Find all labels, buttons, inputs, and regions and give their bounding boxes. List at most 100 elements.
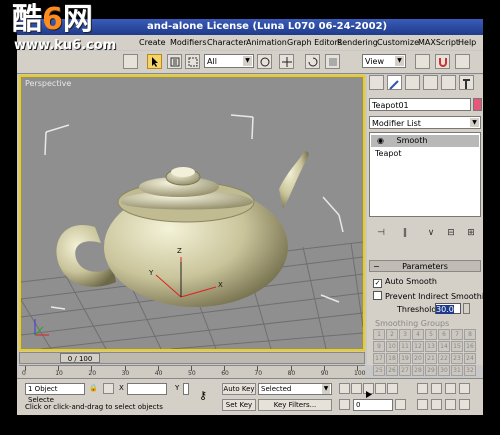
zoom-extents-icon[interactable] xyxy=(445,383,456,394)
zoom-extents-all-icon[interactable] xyxy=(459,383,470,394)
menu-item-customize[interactable]: Customize xyxy=(377,35,419,50)
prevent-indirect-smoothing-checkbox[interactable]: Prevent Indirect Smoothing xyxy=(373,291,483,302)
threshold-input[interactable]: 30.0 xyxy=(435,303,461,314)
hierarchy-tab[interactable] xyxy=(405,75,420,90)
smoothing-group-button[interactable]: 30 xyxy=(438,365,450,376)
make-unique-icon[interactable]: ∨ xyxy=(425,227,437,239)
smoothing-group-button[interactable]: 1 xyxy=(373,329,385,340)
modify-tab[interactable] xyxy=(387,75,402,90)
key-icon[interactable]: ⚷ xyxy=(199,389,207,402)
y-coord-field[interactable] xyxy=(183,383,189,395)
reference-coord-select[interactable]: View ▼ xyxy=(362,54,406,68)
smoothing-group-button[interactable]: 18 xyxy=(386,353,398,364)
smoothing-group-button[interactable]: 24 xyxy=(464,353,476,364)
key-filters-button[interactable]: Key Filters... xyxy=(258,399,332,411)
menu-item-animation[interactable]: Animation xyxy=(246,35,287,50)
menu-item-graph-editors[interactable]: Graph Editors xyxy=(287,35,342,50)
select-and-manipulate-button[interactable] xyxy=(257,54,272,69)
smoothing-group-button[interactable]: 27 xyxy=(399,365,411,376)
time-slider-handle[interactable]: 0 / 100 xyxy=(60,353,100,363)
menu-item-modifiers[interactable]: Modifiers xyxy=(170,35,207,50)
smoothing-group-button[interactable]: 16 xyxy=(464,341,476,352)
key-mode-toggle-icon[interactable] xyxy=(339,399,350,410)
select-and-scale-button[interactable] xyxy=(325,54,340,69)
pivot-button[interactable] xyxy=(415,54,430,69)
remove-modifier-icon[interactable]: ⊟ xyxy=(445,227,457,239)
modifier-list-select[interactable]: Modifier List ▼ xyxy=(369,116,481,129)
object-color-swatch[interactable] xyxy=(473,98,482,111)
time-config-icon[interactable] xyxy=(395,399,406,410)
smoothing-group-button[interactable]: 8 xyxy=(464,329,476,340)
smoothing-group-button[interactable]: 5 xyxy=(425,329,437,340)
smoothing-group-button[interactable]: 13 xyxy=(425,341,437,352)
pin-stack-icon[interactable]: ⊣ xyxy=(375,227,387,239)
show-end-result-icon[interactable]: ‖ xyxy=(399,227,411,239)
snap-button[interactable] xyxy=(435,54,450,69)
select-by-name-button[interactable] xyxy=(167,54,182,69)
zoom-all-icon[interactable] xyxy=(431,383,442,394)
current-frame-field[interactable]: 0 xyxy=(353,399,393,411)
pan-icon[interactable] xyxy=(431,399,442,410)
smoothing-group-button[interactable]: 31 xyxy=(451,365,463,376)
teapot[interactable] xyxy=(56,151,309,307)
go-to-end-icon[interactable] xyxy=(387,383,398,394)
object-name-field[interactable]: Teapot01 xyxy=(369,98,471,111)
menu-item-help[interactable]: Help xyxy=(458,35,476,50)
select-object-button[interactable] xyxy=(147,54,162,69)
lock-icon[interactable]: 🔒 xyxy=(89,384,98,392)
arc-rotate-icon[interactable] xyxy=(445,399,456,410)
smoothing-group-button[interactable]: 7 xyxy=(451,329,463,340)
smoothing-group-button[interactable]: 19 xyxy=(399,353,411,364)
select-and-rotate-button[interactable] xyxy=(305,54,320,69)
smoothing-group-button[interactable]: 23 xyxy=(451,353,463,364)
previous-frame-icon[interactable] xyxy=(351,383,362,394)
smoothing-group-button[interactable]: 26 xyxy=(386,365,398,376)
threshold-spinner[interactable] xyxy=(463,303,470,314)
smoothing-group-button[interactable]: 6 xyxy=(438,329,450,340)
smoothing-group-button[interactable]: 22 xyxy=(438,353,450,364)
smoothing-group-button[interactable]: 10 xyxy=(386,341,398,352)
select-and-move-button[interactable] xyxy=(279,54,294,69)
go-to-start-icon[interactable] xyxy=(339,383,350,394)
key-mode-select[interactable]: Selected ▼ xyxy=(258,383,332,395)
smoothing-group-button[interactable]: 12 xyxy=(412,341,424,352)
maximize-viewport-icon[interactable] xyxy=(459,399,470,410)
smoothing-group-button[interactable]: 15 xyxy=(451,341,463,352)
zoom-icon[interactable] xyxy=(417,383,428,394)
smoothing-group-button[interactable]: 17 xyxy=(373,353,385,364)
x-coord-field[interactable] xyxy=(127,383,167,395)
next-frame-icon[interactable] xyxy=(375,383,386,394)
smoothing-group-button[interactable]: 3 xyxy=(399,329,411,340)
play-icon[interactable] xyxy=(363,383,374,398)
smoothing-group-button[interactable]: 20 xyxy=(412,353,424,364)
track-bar[interactable]: 0 10 20 30 40 50 60 70 80 90 100 xyxy=(19,365,365,378)
menu-item-create[interactable]: Create xyxy=(139,35,166,50)
smoothing-group-button[interactable]: 2 xyxy=(386,329,398,340)
configure-sets-icon[interactable]: ⊞ xyxy=(465,227,477,239)
mirror-button[interactable] xyxy=(455,54,470,69)
smoothing-group-button[interactable]: 21 xyxy=(425,353,437,364)
display-tab[interactable] xyxy=(441,75,456,90)
smoothing-group-button[interactable]: 14 xyxy=(438,341,450,352)
stack-item-smooth[interactable]: ◉ Smooth xyxy=(371,135,479,147)
menu-item-character[interactable]: Character xyxy=(207,35,247,50)
parameters-rollout-header[interactable]: − Parameters xyxy=(369,260,481,272)
auto-key-button[interactable]: Auto Key xyxy=(222,383,256,395)
set-key-button[interactable]: Set Key xyxy=(222,399,256,411)
link-button[interactable] xyxy=(123,54,138,69)
create-tab[interactable] xyxy=(369,75,384,90)
smoothing-group-button[interactable]: 11 xyxy=(399,341,411,352)
motion-tab[interactable] xyxy=(423,75,438,90)
stack-item-teapot[interactable]: Teapot xyxy=(371,148,479,160)
utilities-tab[interactable] xyxy=(459,75,474,90)
region-select-button[interactable] xyxy=(185,54,200,69)
smoothing-group-button[interactable]: 29 xyxy=(425,365,437,376)
auto-smooth-checkbox[interactable]: ✓ Auto Smooth xyxy=(373,277,437,288)
absolute-mode-button[interactable] xyxy=(103,383,114,394)
menu-item-maxscript[interactable]: MAXScript xyxy=(418,35,459,50)
smoothing-group-button[interactable]: 25 xyxy=(373,365,385,376)
smoothing-group-button[interactable]: 32 xyxy=(464,365,476,376)
smoothing-group-button[interactable]: 4 xyxy=(412,329,424,340)
viewport-label[interactable]: Perspective xyxy=(25,79,71,88)
menu-item-rendering[interactable]: Rendering xyxy=(337,35,378,50)
